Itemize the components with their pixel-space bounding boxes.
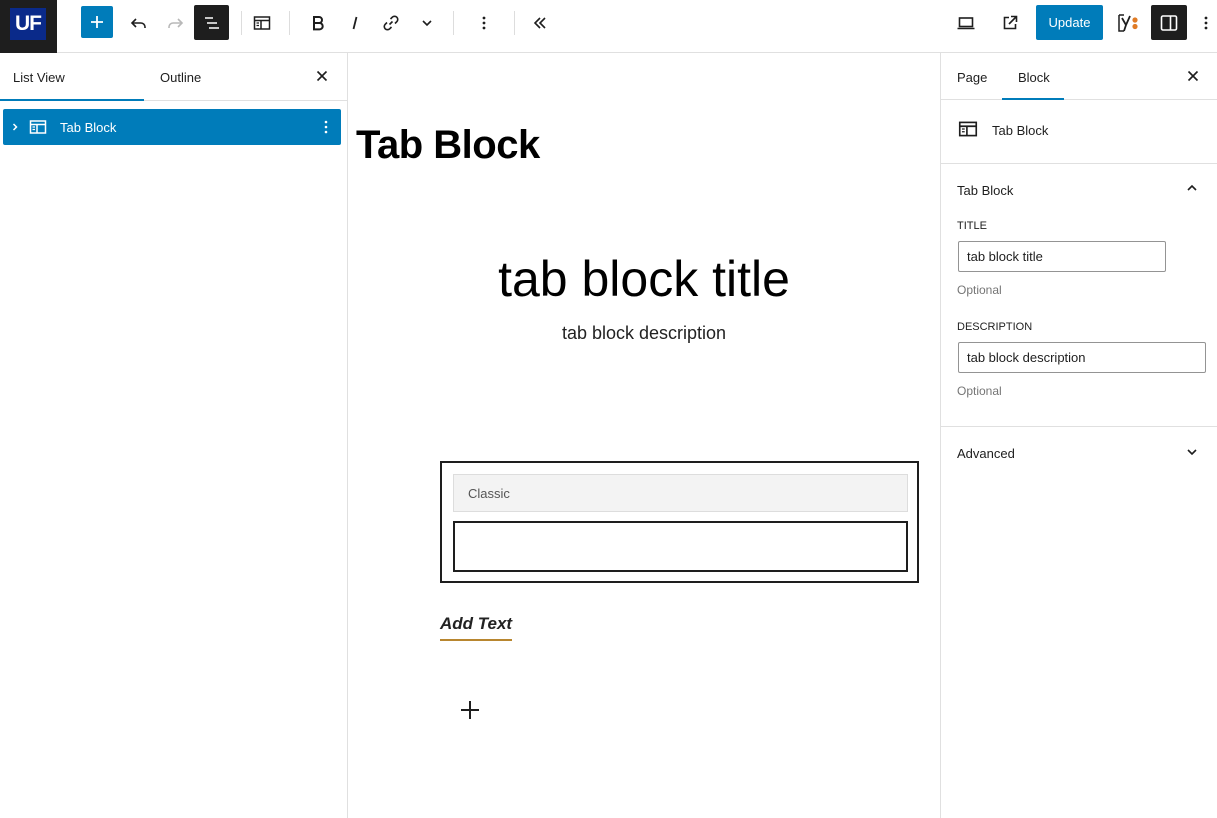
block-inserter-button[interactable]: [458, 698, 482, 722]
bold-icon: [313, 16, 324, 31]
preview-button[interactable]: [953, 10, 979, 36]
chevron-double-left-icon: [533, 17, 546, 29]
document-overview-panel: List View Outline Tab Block: [0, 53, 348, 818]
item-options-button[interactable]: [311, 119, 341, 135]
panel-title[interactable]: Tab Block: [957, 183, 1013, 198]
yoast-seo-button[interactable]: [1113, 9, 1143, 37]
list-view-item-tab-block[interactable]: Tab Block: [3, 109, 341, 145]
more-vertical-icon: [1204, 16, 1208, 30]
tab-classic[interactable]: Classic: [453, 474, 908, 512]
sidebar-icon: [1160, 14, 1178, 31]
block-type-button[interactable]: [249, 10, 275, 36]
collapse-panel-toggle[interactable]: [1182, 178, 1202, 198]
more-vertical-icon: [324, 120, 328, 134]
close-icon: [1187, 70, 1199, 82]
close-panel-button[interactable]: [310, 64, 334, 88]
list-view-item-label: Tab Block: [60, 119, 117, 135]
tab-block-settings-panel: Tab Block TITLE tab block title Optional…: [941, 164, 1217, 427]
settings-sidebar: Page Block Tab Block Tab Block TITLE tab…: [940, 53, 1217, 818]
external-link-icon: [1003, 15, 1018, 30]
italic-button[interactable]: [342, 10, 368, 36]
tab-block-icon: [253, 16, 271, 30]
tab-block-description[interactable]: tab block description: [349, 323, 939, 344]
tab-list-view[interactable]: List View: [0, 53, 144, 101]
settings-toggle-button[interactable]: [1151, 5, 1187, 40]
yoast-icon: [1118, 14, 1138, 32]
description-help: Optional: [957, 384, 1002, 398]
chevron-down-icon: [422, 20, 432, 27]
description-input[interactable]: tab block description: [958, 342, 1206, 373]
tab-block-title[interactable]: tab block title: [349, 250, 939, 308]
tab-page[interactable]: Page: [957, 53, 987, 100]
settings-tabs: Page Block: [941, 53, 1217, 100]
editor-toolbar: UF Update: [0, 0, 1217, 53]
document-overview-button[interactable]: [194, 5, 229, 40]
toolbar-separator: [453, 11, 454, 35]
desktop-icon: [957, 17, 975, 30]
advanced-panel-title[interactable]: Advanced: [957, 446, 1015, 461]
options-menu-button[interactable]: [1196, 10, 1216, 36]
link-button[interactable]: [378, 10, 404, 36]
view-page-button[interactable]: [997, 10, 1023, 36]
undo-button[interactable]: [126, 10, 152, 36]
site-logo-button[interactable]: UF: [0, 0, 57, 53]
toolbar-separator: [241, 11, 242, 35]
toolbar-separator: [289, 11, 290, 35]
plus-icon: [91, 16, 103, 28]
undo-icon: [130, 18, 146, 28]
add-text-link[interactable]: Add Text: [440, 614, 513, 641]
redo-icon: [168, 18, 184, 28]
tab-block[interactable]: Block: [1002, 53, 1064, 100]
italic-icon: [352, 16, 358, 30]
block-options-button[interactable]: [471, 10, 497, 36]
title-input[interactable]: tab block title: [958, 241, 1166, 272]
chevron-up-icon: [1187, 184, 1197, 191]
more-vertical-icon: [482, 16, 486, 30]
plus-icon: [461, 701, 479, 719]
close-settings-button[interactable]: [1181, 64, 1205, 88]
description-label: DESCRIPTION: [957, 321, 1033, 333]
expand-toggle[interactable]: [3, 122, 27, 132]
logo-text: UF: [10, 8, 46, 40]
redo-button[interactable]: [162, 10, 188, 36]
bold-button[interactable]: [305, 10, 331, 36]
tab-block-icon: [957, 118, 979, 140]
update-button[interactable]: Update: [1036, 5, 1103, 40]
close-icon: [316, 70, 328, 82]
toolbar-separator: [514, 11, 515, 35]
add-block-button[interactable]: [81, 6, 113, 38]
chevron-right-icon: [12, 123, 18, 131]
link-icon: [383, 15, 399, 31]
panel-tabs: List View Outline: [0, 53, 347, 101]
title-label: TITLE: [957, 220, 987, 232]
editor-canvas: Tab Block tab block title tab block desc…: [349, 53, 939, 818]
tab-outline[interactable]: Outline: [160, 53, 201, 101]
collapse-toolbar-button[interactable]: [527, 10, 553, 36]
tab-block-container[interactable]: Classic: [440, 461, 919, 583]
chevron-down-icon: [1187, 449, 1197, 456]
more-formats-button[interactable]: [414, 10, 440, 36]
expand-advanced-toggle[interactable]: [1182, 442, 1202, 462]
block-card: Tab Block: [941, 100, 1217, 164]
list-view-icon: [204, 16, 219, 29]
tab-content-panel[interactable]: [453, 521, 908, 572]
page-title[interactable]: Tab Block: [356, 123, 540, 168]
block-card-title: Tab Block: [992, 123, 1049, 138]
advanced-panel[interactable]: Advanced: [941, 427, 1217, 479]
title-help: Optional: [957, 283, 1002, 297]
tab-block-icon: [27, 117, 49, 137]
